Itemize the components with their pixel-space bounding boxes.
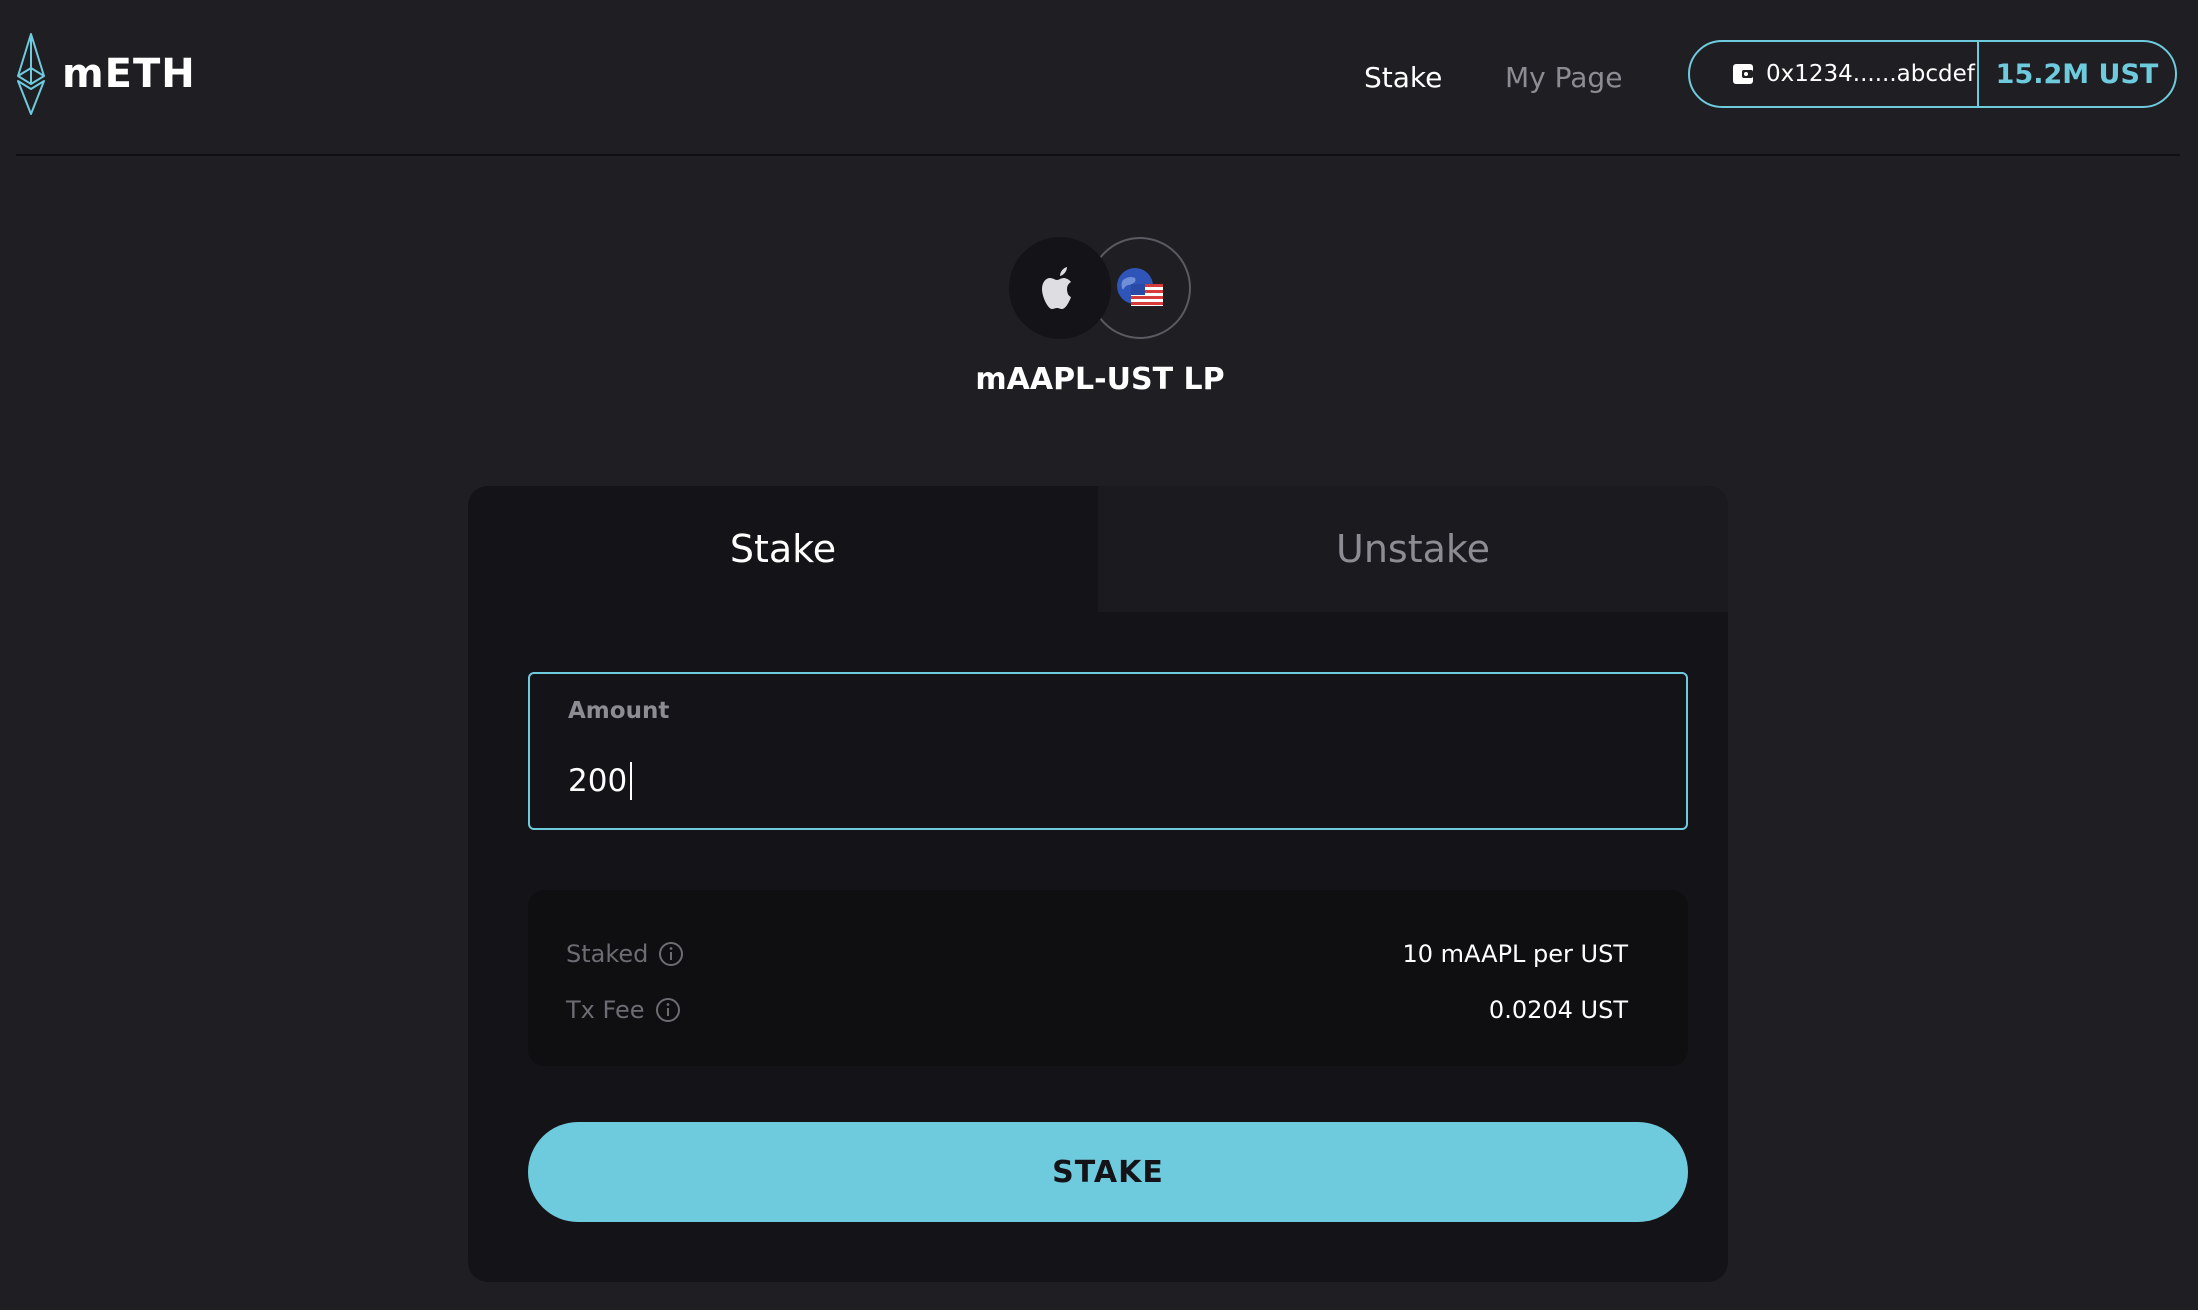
header-divider (16, 154, 2180, 156)
pair-title: mAAPL-UST LP (975, 362, 1225, 397)
wallet-address[interactable]: 0x1234......abcdef (1690, 42, 1979, 106)
tx-fee-value: 0.0204 UST (1488, 996, 1628, 1024)
info-icon[interactable] (655, 997, 681, 1023)
wallet-address-text: 0x1234......abcdef (1766, 61, 1975, 87)
token-pair-icons (1009, 237, 1191, 339)
nav-my-page-link[interactable]: My Page (1505, 54, 1622, 100)
tx-fee-label: Tx Fee (566, 996, 645, 1024)
amount-input[interactable] (568, 756, 1628, 806)
staked-value: 10 mAAPL per UST (1402, 940, 1628, 968)
wallet-connect-button[interactable]: 0x1234......abcdef 15.2M UST (1688, 40, 2177, 108)
wallet-icon (1732, 63, 1754, 85)
apple-icon (1009, 237, 1111, 339)
stake-tabs: Stake Unstake (468, 486, 1728, 612)
wallet-balance: 15.2M UST (1995, 58, 2159, 90)
info-row-staked: Staked 10 mAAPL per UST (566, 934, 1628, 974)
logo-text: mETH (62, 51, 196, 97)
text-caret (630, 762, 632, 800)
info-row-tx-fee: Tx Fee 0.0204 UST (566, 990, 1628, 1030)
info-label-tx-fee: Tx Fee (566, 996, 681, 1024)
tab-stake[interactable]: Stake (468, 486, 1098, 612)
app-logo[interactable]: mETH (16, 32, 196, 116)
tab-unstake[interactable]: Unstake (1098, 486, 1728, 612)
stake-submit-button[interactable]: STAKE (528, 1122, 1688, 1222)
info-icon[interactable] (658, 941, 684, 967)
amount-label: Amount (568, 698, 670, 724)
stake-card: Stake Unstake Amount Staked 10 mAAPL per… (468, 486, 1728, 1282)
staked-label: Staked (566, 940, 649, 968)
nav-stake-link[interactable]: Stake (1364, 54, 1442, 100)
ethereum-logo-icon (16, 32, 46, 116)
stake-info-panel: Staked 10 mAAPL per UST Tx Fee 0.0204 US… (528, 890, 1688, 1066)
info-label-staked: Staked (566, 940, 684, 968)
top-header: mETH Stake My Page 0x1234......abcdef 15… (0, 0, 2198, 156)
amount-field[interactable]: Amount (528, 672, 1688, 830)
